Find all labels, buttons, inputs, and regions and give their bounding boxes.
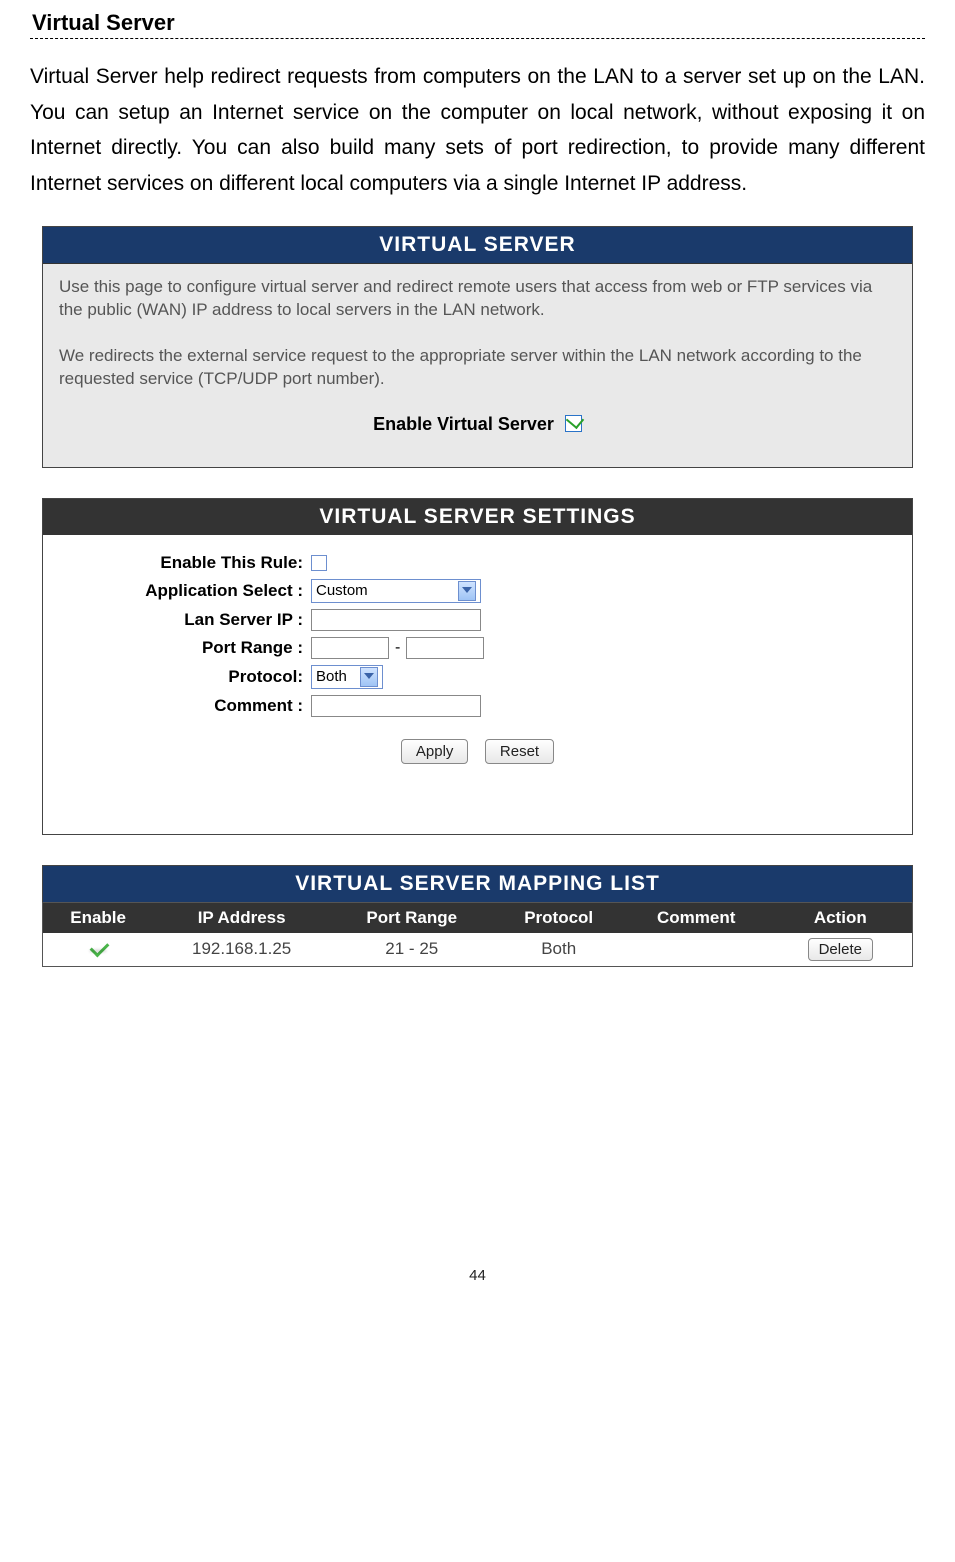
comment-input[interactable] xyxy=(311,695,481,717)
page-title: Virtual Server xyxy=(32,10,925,36)
virtual-server-mapping-panel: VIRTUAL SERVER MAPPING LIST Enable IP Ad… xyxy=(42,865,913,967)
mapping-table: Enable IP Address Port Range Protocol Co… xyxy=(42,902,913,967)
comment-label: Comment : xyxy=(43,696,311,716)
divider xyxy=(30,38,925,39)
col-port: Port Range xyxy=(330,902,494,933)
enable-virtual-server-checkbox[interactable] xyxy=(565,415,582,432)
port-range-start-input[interactable] xyxy=(311,637,389,659)
protocol-label: Protocol: xyxy=(43,667,311,687)
port-range-separator: - xyxy=(389,639,406,657)
col-action: Action xyxy=(769,902,913,933)
panel-body: Use this page to configure virtual serve… xyxy=(43,264,912,467)
enable-rule-checkbox[interactable] xyxy=(311,555,327,571)
cell-enable xyxy=(43,933,154,967)
reset-button[interactable]: Reset xyxy=(485,739,554,764)
panel-header: VIRTUAL SERVER xyxy=(43,227,912,264)
check-icon xyxy=(89,940,107,954)
application-select-value: Custom xyxy=(316,582,368,599)
col-protocol: Protocol xyxy=(494,902,624,933)
cell-port: 21 - 25 xyxy=(330,933,494,967)
panel-body: Enable This Rule: Application Select : C… xyxy=(43,535,912,834)
intro-paragraph: Virtual Server help redirect requests fr… xyxy=(30,59,925,202)
col-comment: Comment xyxy=(624,902,769,933)
apply-button[interactable]: Apply xyxy=(401,739,469,764)
cell-ip: 192.168.1.25 xyxy=(153,933,330,967)
cell-action: Delete xyxy=(769,933,913,967)
application-select-dropdown[interactable]: Custom xyxy=(311,579,481,603)
panel-header: VIRTUAL SERVER SETTINGS xyxy=(43,499,912,535)
table-row: 192.168.1.25 21 - 25 Both Delete xyxy=(43,933,913,967)
port-range-end-input[interactable] xyxy=(406,637,484,659)
panel-header: VIRTUAL SERVER MAPPING LIST xyxy=(42,865,913,902)
application-select-label: Application Select : xyxy=(43,581,311,601)
lan-server-ip-label: Lan Server IP : xyxy=(43,610,311,630)
col-enable: Enable xyxy=(43,902,154,933)
enable-virtual-server-label: Enable Virtual Server xyxy=(373,414,554,434)
page-number: 44 xyxy=(30,1267,925,1284)
panel-desc-2: We redirects the external service reques… xyxy=(59,345,896,391)
delete-button[interactable]: Delete xyxy=(808,938,873,961)
chevron-down-icon xyxy=(458,581,476,601)
cell-comment xyxy=(624,933,769,967)
port-range-label: Port Range : xyxy=(43,638,311,658)
cell-protocol: Both xyxy=(494,933,624,967)
virtual-server-settings-panel: VIRTUAL SERVER SETTINGS Enable This Rule… xyxy=(42,498,913,835)
lan-server-ip-input[interactable] xyxy=(311,609,481,631)
enable-virtual-server-row: Enable Virtual Server xyxy=(59,412,896,436)
enable-rule-label: Enable This Rule: xyxy=(43,553,311,573)
protocol-value: Both xyxy=(316,668,347,685)
panel-desc-1: Use this page to configure virtual serve… xyxy=(59,276,896,322)
virtual-server-panel: VIRTUAL SERVER Use this page to configur… xyxy=(42,226,913,468)
chevron-down-icon xyxy=(360,667,378,687)
col-ip: IP Address xyxy=(153,902,330,933)
button-row: Apply Reset xyxy=(43,739,912,764)
table-header-row: Enable IP Address Port Range Protocol Co… xyxy=(43,902,913,933)
protocol-dropdown[interactable]: Both xyxy=(311,665,383,689)
